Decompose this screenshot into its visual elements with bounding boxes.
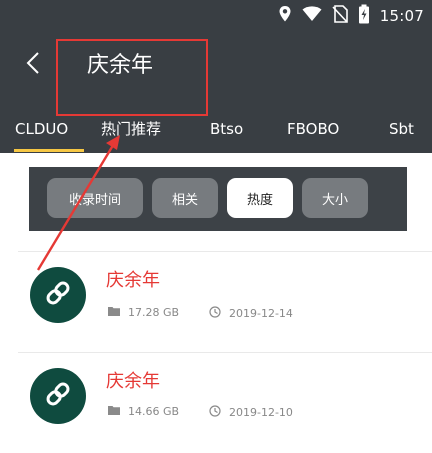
location-icon [278, 5, 292, 27]
tab-fbobo[interactable]: FBOBO [287, 119, 339, 139]
folder-icon [108, 306, 120, 320]
active-tab-indicator [14, 149, 84, 152]
back-button[interactable] [18, 50, 48, 80]
result-title: 庆余年 [106, 371, 160, 392]
filter-chip-popularity[interactable]: 热度 [227, 178, 293, 218]
clock-icon [209, 405, 221, 421]
result-item-2[interactable]: 庆余年 14.66 GB 2019-12-10 [0, 353, 432, 453]
result-size: 17.28 GB [108, 306, 179, 320]
clock-icon [209, 306, 221, 322]
tab-hot-recommend[interactable]: 热门推荐 [101, 119, 161, 139]
status-time: 15:07 [379, 7, 424, 25]
tab-bar: CLDUO 热门推荐 Btso FBOBO Sbt [0, 107, 432, 153]
filter-chip-collect-time[interactable]: 收录时间 [47, 178, 143, 218]
status-icons: 15:07 [278, 4, 424, 28]
result-avatar [30, 267, 86, 323]
result-item-1[interactable]: 庆余年 17.28 GB 2019-12-14 [0, 252, 432, 352]
page-title: 庆余年 [87, 53, 154, 78]
tab-clduo[interactable]: CLDUO [15, 119, 68, 139]
result-date: 2019-12-14 [209, 306, 293, 322]
result-date: 2019-12-10 [209, 405, 293, 421]
wifi-icon [302, 6, 322, 26]
link-icon [43, 278, 73, 312]
no-sim-icon [332, 5, 348, 27]
app-bar: 庆余年 [0, 32, 432, 107]
result-avatar [30, 368, 86, 424]
tab-btso[interactable]: Btso [210, 119, 243, 139]
result-size: 14.66 GB [108, 405, 179, 419]
chevron-left-icon [26, 51, 40, 79]
result-title: 庆余年 [106, 270, 160, 291]
link-icon [43, 379, 73, 413]
battery-charging-icon [358, 4, 370, 28]
status-bar: 15:07 [0, 0, 432, 32]
tab-sbt[interactable]: Sbt [389, 119, 414, 139]
folder-icon [108, 405, 120, 419]
filter-chip-relevance[interactable]: 相关 [152, 178, 218, 218]
filter-chip-size[interactable]: 大小 [302, 178, 368, 218]
